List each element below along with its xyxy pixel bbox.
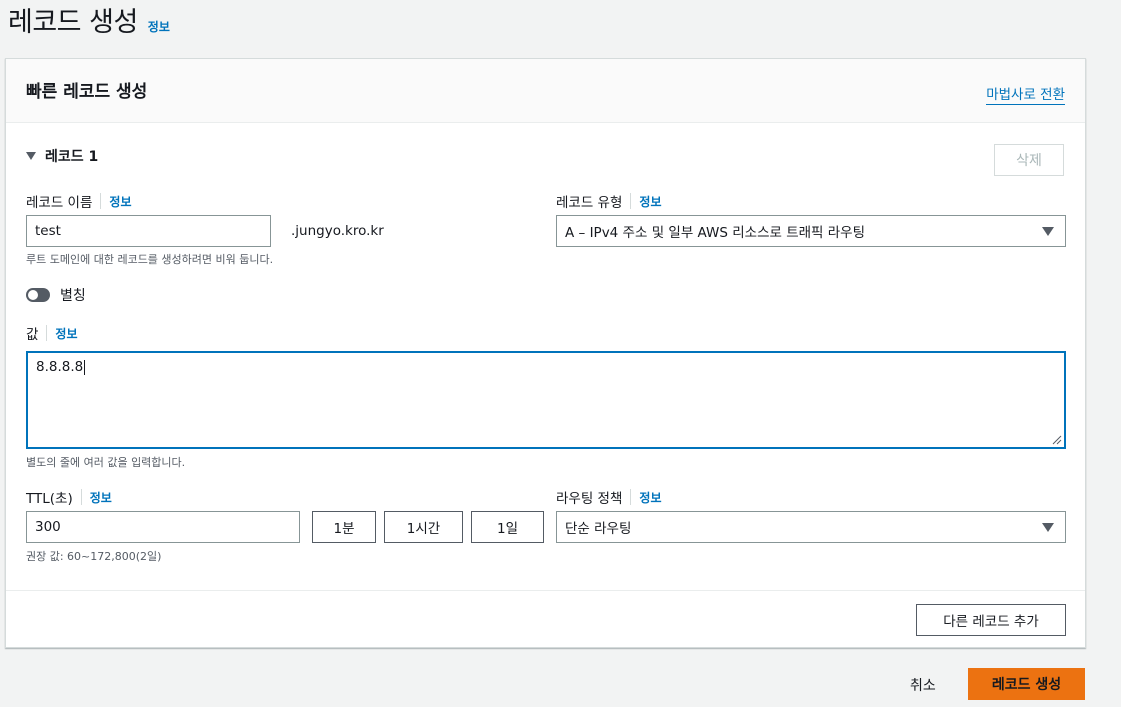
alias-toggle-row: 별칭 <box>26 285 86 305</box>
caret-down-icon <box>26 152 36 160</box>
record-name-info-link[interactable]: 정보 <box>109 193 131 210</box>
routing-label-row: 라우팅 정책 정보 <box>556 487 662 507</box>
value-label-row: 값 정보 <box>26 323 78 343</box>
ttl-info-link[interactable]: 정보 <box>90 489 112 506</box>
ttl-label-row: TTL(초) 정보 <box>26 487 112 507</box>
cancel-button[interactable]: 취소 <box>910 675 936 695</box>
routing-info-link[interactable]: 정보 <box>639 489 661 506</box>
panel-title: 빠른 레코드 생성 <box>26 82 148 102</box>
record-type-value: A – IPv4 주소 및 일부 AWS 리소스로 트래픽 라우팅 <box>565 225 866 241</box>
quick-create-panel: 빠른 레코드 생성 마법사로 전환 레코드 1 삭제 레코드 이름 정보 tes… <box>5 58 1086 648</box>
alias-toggle[interactable] <box>26 288 50 302</box>
value-label: 값 <box>26 327 39 343</box>
record-name-label: 레코드 이름 <box>26 195 93 211</box>
text-cursor <box>84 359 86 375</box>
ttl-label: TTL(초) <box>26 491 73 507</box>
record-type-select[interactable]: A – IPv4 주소 및 일부 AWS 리소스로 트래픽 라우팅 <box>556 215 1066 247</box>
value-hint: 별도의 줄에 여러 값을 입력합니다. <box>26 456 186 469</box>
divider <box>100 193 102 209</box>
page-info-link[interactable]: 정보 <box>148 18 170 35</box>
ttl-1-hour-button[interactable]: 1시간 <box>384 511 463 543</box>
record-heading: 레코드 1 <box>45 149 99 165</box>
domain-suffix: .jungyo.kro.kr <box>291 223 384 239</box>
alias-label: 별칭 <box>60 288 86 304</box>
ttl-input[interactable]: 300 <box>26 511 300 543</box>
record-type-label-row: 레코드 유형 정보 <box>556 191 662 211</box>
value-text: 8.8.8.8 <box>36 359 84 375</box>
record-type-info-link[interactable]: 정보 <box>639 193 661 210</box>
divider <box>80 489 82 505</box>
page-header: 레코드 생성 정보 <box>8 0 170 40</box>
create-records-button[interactable]: 레코드 생성 <box>968 668 1085 700</box>
routing-policy-value: 단순 라우팅 <box>565 521 632 537</box>
divider <box>630 193 632 209</box>
section-divider <box>6 590 1085 591</box>
switch-to-wizard-link[interactable]: 마법사로 전환 <box>986 83 1065 105</box>
divider <box>46 325 48 341</box>
record-name-label-row: 레코드 이름 정보 <box>26 191 132 211</box>
routing-label: 라우팅 정책 <box>556 491 623 507</box>
record-type-label: 레코드 유형 <box>556 195 623 211</box>
record-section-toggle[interactable]: 레코드 1 <box>26 146 98 166</box>
add-another-record-button[interactable]: 다른 레코드 추가 <box>916 604 1066 636</box>
dropdown-caret-icon <box>1042 523 1054 532</box>
delete-record-button[interactable]: 삭제 <box>994 144 1064 176</box>
ttl-hint: 권장 값: 60~172,800(2일) <box>26 550 162 563</box>
dropdown-caret-icon <box>1042 227 1054 236</box>
routing-policy-select[interactable]: 단순 라우팅 <box>556 511 1066 543</box>
page-title: 레코드 생성 <box>8 7 138 38</box>
panel-header: 빠른 레코드 생성 마법사로 전환 <box>6 59 1085 123</box>
resize-grip-icon[interactable] <box>1052 435 1062 445</box>
ttl-1-day-button[interactable]: 1일 <box>471 511 544 543</box>
toggle-knob <box>28 290 38 300</box>
record-name-input[interactable]: test <box>26 215 271 247</box>
value-textarea[interactable]: 8.8.8.8 <box>26 351 1066 449</box>
divider <box>630 489 632 505</box>
value-info-link[interactable]: 정보 <box>55 325 77 342</box>
ttl-1-minute-button[interactable]: 1분 <box>312 511 376 543</box>
record-name-hint: 루트 도메인에 대한 레코드를 생성하려면 비워 둡니다. <box>26 253 274 266</box>
